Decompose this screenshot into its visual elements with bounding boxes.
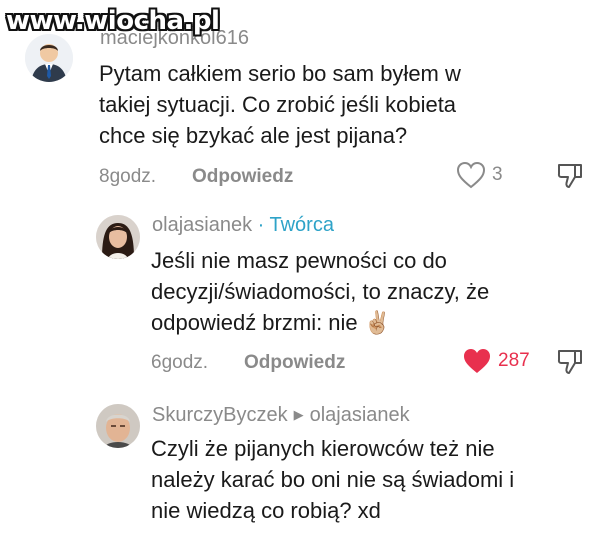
comment-line: takiej sytuacji. Co zrobić jeśli kobieta bbox=[99, 92, 457, 117]
thumbs-down-icon bbox=[557, 164, 582, 188]
avatar[interactable] bbox=[96, 404, 140, 448]
like-button[interactable]: 287 bbox=[462, 347, 530, 375]
man-avatar-icon bbox=[96, 404, 140, 448]
comment-line: nie wiedzą co robią? xd bbox=[151, 498, 381, 523]
comment-text: Pytam całkiem serio bo sam byłem w takie… bbox=[99, 58, 579, 151]
comment-line: Jeśli nie masz pewności co do bbox=[151, 248, 447, 273]
username-text[interactable]: olajasianek bbox=[152, 214, 252, 236]
avatar[interactable] bbox=[96, 215, 140, 259]
triangle-right-icon: ▶ bbox=[293, 407, 304, 422]
comment-line: odpowiedź brzmi: nie ✌🏼 bbox=[151, 310, 392, 335]
like-button[interactable]: 3 bbox=[456, 161, 503, 189]
dislike-button[interactable] bbox=[555, 346, 585, 376]
comment-line: Czyli że pijanych kierowców też nie bbox=[151, 436, 495, 461]
username-text[interactable]: SkurczyByczek bbox=[152, 404, 288, 426]
watermark: www.wiocha.pl bbox=[6, 6, 220, 36]
avatar[interactable] bbox=[25, 34, 73, 82]
comment-username[interactable]: SkurczyByczek ▶ olajasianek bbox=[152, 404, 410, 427]
comment-text: Jeśli nie masz pewności co do decyzji/św… bbox=[151, 245, 581, 338]
woman-avatar-icon bbox=[96, 215, 140, 259]
businessman-avatar-icon bbox=[25, 34, 73, 82]
reply-target-username[interactable]: olajasianek bbox=[310, 404, 410, 426]
reply-button[interactable]: Odpowiedz bbox=[192, 166, 293, 188]
thumbs-down-icon bbox=[557, 350, 582, 374]
comment-line: Pytam całkiem serio bo sam byłem w bbox=[99, 61, 461, 86]
creator-badge: · Twórca bbox=[257, 214, 334, 236]
comment-username[interactable]: olajasianek · Twórca bbox=[152, 214, 334, 237]
reply-button[interactable]: Odpowiedz bbox=[244, 352, 345, 374]
heart-filled-icon bbox=[464, 349, 490, 373]
dislike-button[interactable] bbox=[555, 160, 585, 190]
comment-line: decyzji/świadomości, to znaczy, że bbox=[151, 279, 490, 304]
comment-text: Czyli że pijanych kierowców też nie nale… bbox=[151, 433, 591, 526]
heart-outline-icon bbox=[456, 161, 486, 189]
comment-timestamp: 6godz. bbox=[151, 352, 209, 373]
comment-line: należy karać bo oni nie są świadomi i bbox=[151, 467, 515, 492]
like-count: 3 bbox=[492, 164, 503, 185]
like-count: 287 bbox=[498, 350, 530, 371]
comment-timestamp: 8godz. bbox=[99, 166, 157, 187]
comment-line: chce się bzykać ale jest pijana? bbox=[99, 123, 408, 148]
